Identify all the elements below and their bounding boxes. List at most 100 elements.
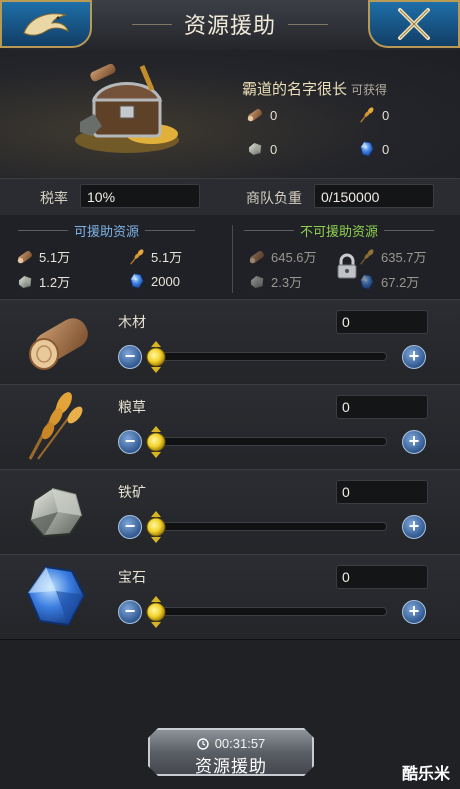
gain-gem: 0 bbox=[358, 140, 389, 158]
header-dash-left bbox=[244, 230, 294, 231]
summary-divider bbox=[232, 225, 233, 293]
slider-knob[interactable] bbox=[145, 511, 167, 543]
amount-input[interactable]: 0 bbox=[336, 395, 428, 419]
amount-slider-track[interactable] bbox=[150, 607, 387, 616]
slider-knob[interactable] bbox=[145, 426, 167, 458]
amount-input[interactable]: 0 bbox=[336, 565, 428, 589]
decrease-button[interactable]: − bbox=[118, 430, 142, 454]
unavailable-wheat-value: 635.7万 bbox=[381, 250, 427, 265]
unavailable-gem-value: 67.2万 bbox=[381, 275, 420, 290]
dragon-back-icon bbox=[23, 13, 69, 36]
tax-value: 10% bbox=[80, 184, 200, 208]
gain-wood-value: 0 bbox=[270, 107, 278, 123]
caravan-load-label: 商队负重 bbox=[246, 190, 302, 206]
slider-knob[interactable] bbox=[145, 341, 167, 373]
unavailable-wheat: 635.7万 bbox=[358, 247, 427, 266]
amount-input[interactable]: 0 bbox=[336, 480, 428, 504]
receiver-name: 霸道的名字很长 可获得 bbox=[242, 78, 387, 99]
amount-slider-track[interactable] bbox=[150, 437, 387, 446]
wood-icon bbox=[246, 106, 264, 124]
unavailable-wood-value: 645.6万 bbox=[271, 250, 317, 265]
wheat-icon bbox=[358, 248, 376, 266]
available-iron: 1.2万 bbox=[16, 272, 70, 291]
clock-icon bbox=[196, 737, 209, 750]
assist-button-label: 资源援助 bbox=[195, 757, 267, 776]
unavailable-iron: 2.3万 bbox=[248, 272, 302, 291]
assist-resources-button[interactable]: 00:31:57 资源援助 bbox=[148, 728, 314, 776]
increase-button[interactable]: + bbox=[402, 600, 426, 624]
header-dash-left bbox=[18, 230, 68, 231]
slider-knob[interactable] bbox=[145, 596, 167, 628]
resource-name: 宝石 bbox=[118, 569, 146, 585]
available-gem: 2000 bbox=[128, 272, 180, 290]
unavailable-header: 不可援助资源 bbox=[244, 221, 435, 240]
close-button[interactable] bbox=[368, 0, 460, 48]
wheat-icon bbox=[128, 248, 146, 266]
receiver-suffix: 可获得 bbox=[351, 83, 388, 97]
tax-label: 税率 bbox=[40, 190, 68, 206]
header-dash-right bbox=[384, 230, 435, 231]
amount-slider-track[interactable] bbox=[150, 352, 387, 361]
receiver-panel: 霸道的名字很长 可获得 0 0 0 0 bbox=[0, 50, 460, 178]
available-wheat-value: 5.1万 bbox=[151, 250, 183, 265]
gain-wood: 0 bbox=[246, 106, 277, 124]
gem-icon bbox=[26, 565, 86, 627]
amount-slider-track[interactable] bbox=[150, 522, 387, 531]
unavailable-gem: 67.2万 bbox=[358, 272, 419, 291]
title-ornament-right bbox=[288, 23, 328, 25]
available-wood: 5.1万 bbox=[16, 247, 70, 266]
iron-ore-icon bbox=[248, 273, 266, 291]
title-ornament-left bbox=[131, 23, 172, 25]
increase-button[interactable]: + bbox=[402, 345, 426, 369]
available-title: 可援助资源 bbox=[74, 224, 140, 239]
resource-row-gem: 宝石 0 − + bbox=[0, 554, 460, 640]
crossed-swords-close-icon bbox=[398, 8, 430, 40]
iron-ore-icon bbox=[246, 140, 264, 158]
available-gem-value: 2000 bbox=[151, 273, 180, 289]
gem-icon bbox=[358, 273, 376, 291]
decrease-button[interactable]: − bbox=[118, 600, 142, 624]
wheat-icon bbox=[28, 392, 83, 460]
header-bar: 资源援助 bbox=[0, 0, 460, 51]
unavailable-wood: 645.6万 bbox=[248, 247, 317, 266]
iron-ore-icon bbox=[28, 486, 84, 538]
unavailable-title: 不可援助资源 bbox=[300, 224, 379, 239]
resource-summary: 可援助资源 5.1万 5.1万 1.2万 2000 不可援助资源 645.6万 … bbox=[0, 215, 460, 298]
tax-caravan-row: 税率 10% 商队负重 0/150000 bbox=[0, 178, 460, 216]
resource-name: 铁矿 bbox=[118, 484, 146, 500]
resource-name: 粮草 bbox=[118, 399, 146, 415]
page-title: 资源援助 bbox=[183, 13, 276, 38]
resource-row-wheat: 粮草 0 − + bbox=[0, 384, 460, 470]
caravan-load-value: 0/150000 bbox=[314, 184, 434, 208]
resource-row-iron: 铁矿 0 − + bbox=[0, 469, 460, 555]
gain-iron-value: 0 bbox=[270, 141, 278, 157]
available-wood-value: 5.1万 bbox=[39, 250, 71, 265]
resource-name: 木材 bbox=[118, 314, 146, 330]
gem-icon bbox=[358, 140, 376, 158]
decrease-button[interactable]: − bbox=[118, 515, 142, 539]
increase-button[interactable]: + bbox=[402, 515, 426, 539]
resource-chest-icon bbox=[75, 63, 179, 153]
watermark: 酷乐米 bbox=[401, 766, 450, 783]
decrease-button[interactable]: − bbox=[118, 345, 142, 369]
wheat-icon bbox=[358, 106, 376, 124]
gain-gem-value: 0 bbox=[382, 141, 390, 157]
available-iron-value: 1.2万 bbox=[39, 275, 71, 290]
unavailable-iron-value: 2.3万 bbox=[271, 275, 303, 290]
gem-icon bbox=[128, 272, 146, 290]
cooldown-timer-text: 00:31:57 bbox=[214, 736, 266, 751]
resource-row-wood: 木材 0 − + bbox=[0, 299, 460, 385]
gain-wheat-value: 0 bbox=[382, 107, 390, 123]
back-button[interactable] bbox=[0, 0, 92, 48]
increase-button[interactable]: + bbox=[402, 430, 426, 454]
wood-icon bbox=[16, 248, 34, 266]
lock-icon bbox=[337, 253, 357, 279]
amount-input[interactable]: 0 bbox=[336, 310, 428, 334]
receiver-name-text: 霸道的名字很长 bbox=[242, 81, 348, 98]
available-header: 可援助资源 bbox=[18, 221, 196, 240]
cooldown-timer: 00:31:57 bbox=[150, 736, 312, 751]
header-dash-right bbox=[145, 230, 196, 231]
wood-icon bbox=[248, 248, 266, 266]
available-wheat: 5.1万 bbox=[128, 247, 182, 266]
wood-icon bbox=[29, 318, 88, 370]
